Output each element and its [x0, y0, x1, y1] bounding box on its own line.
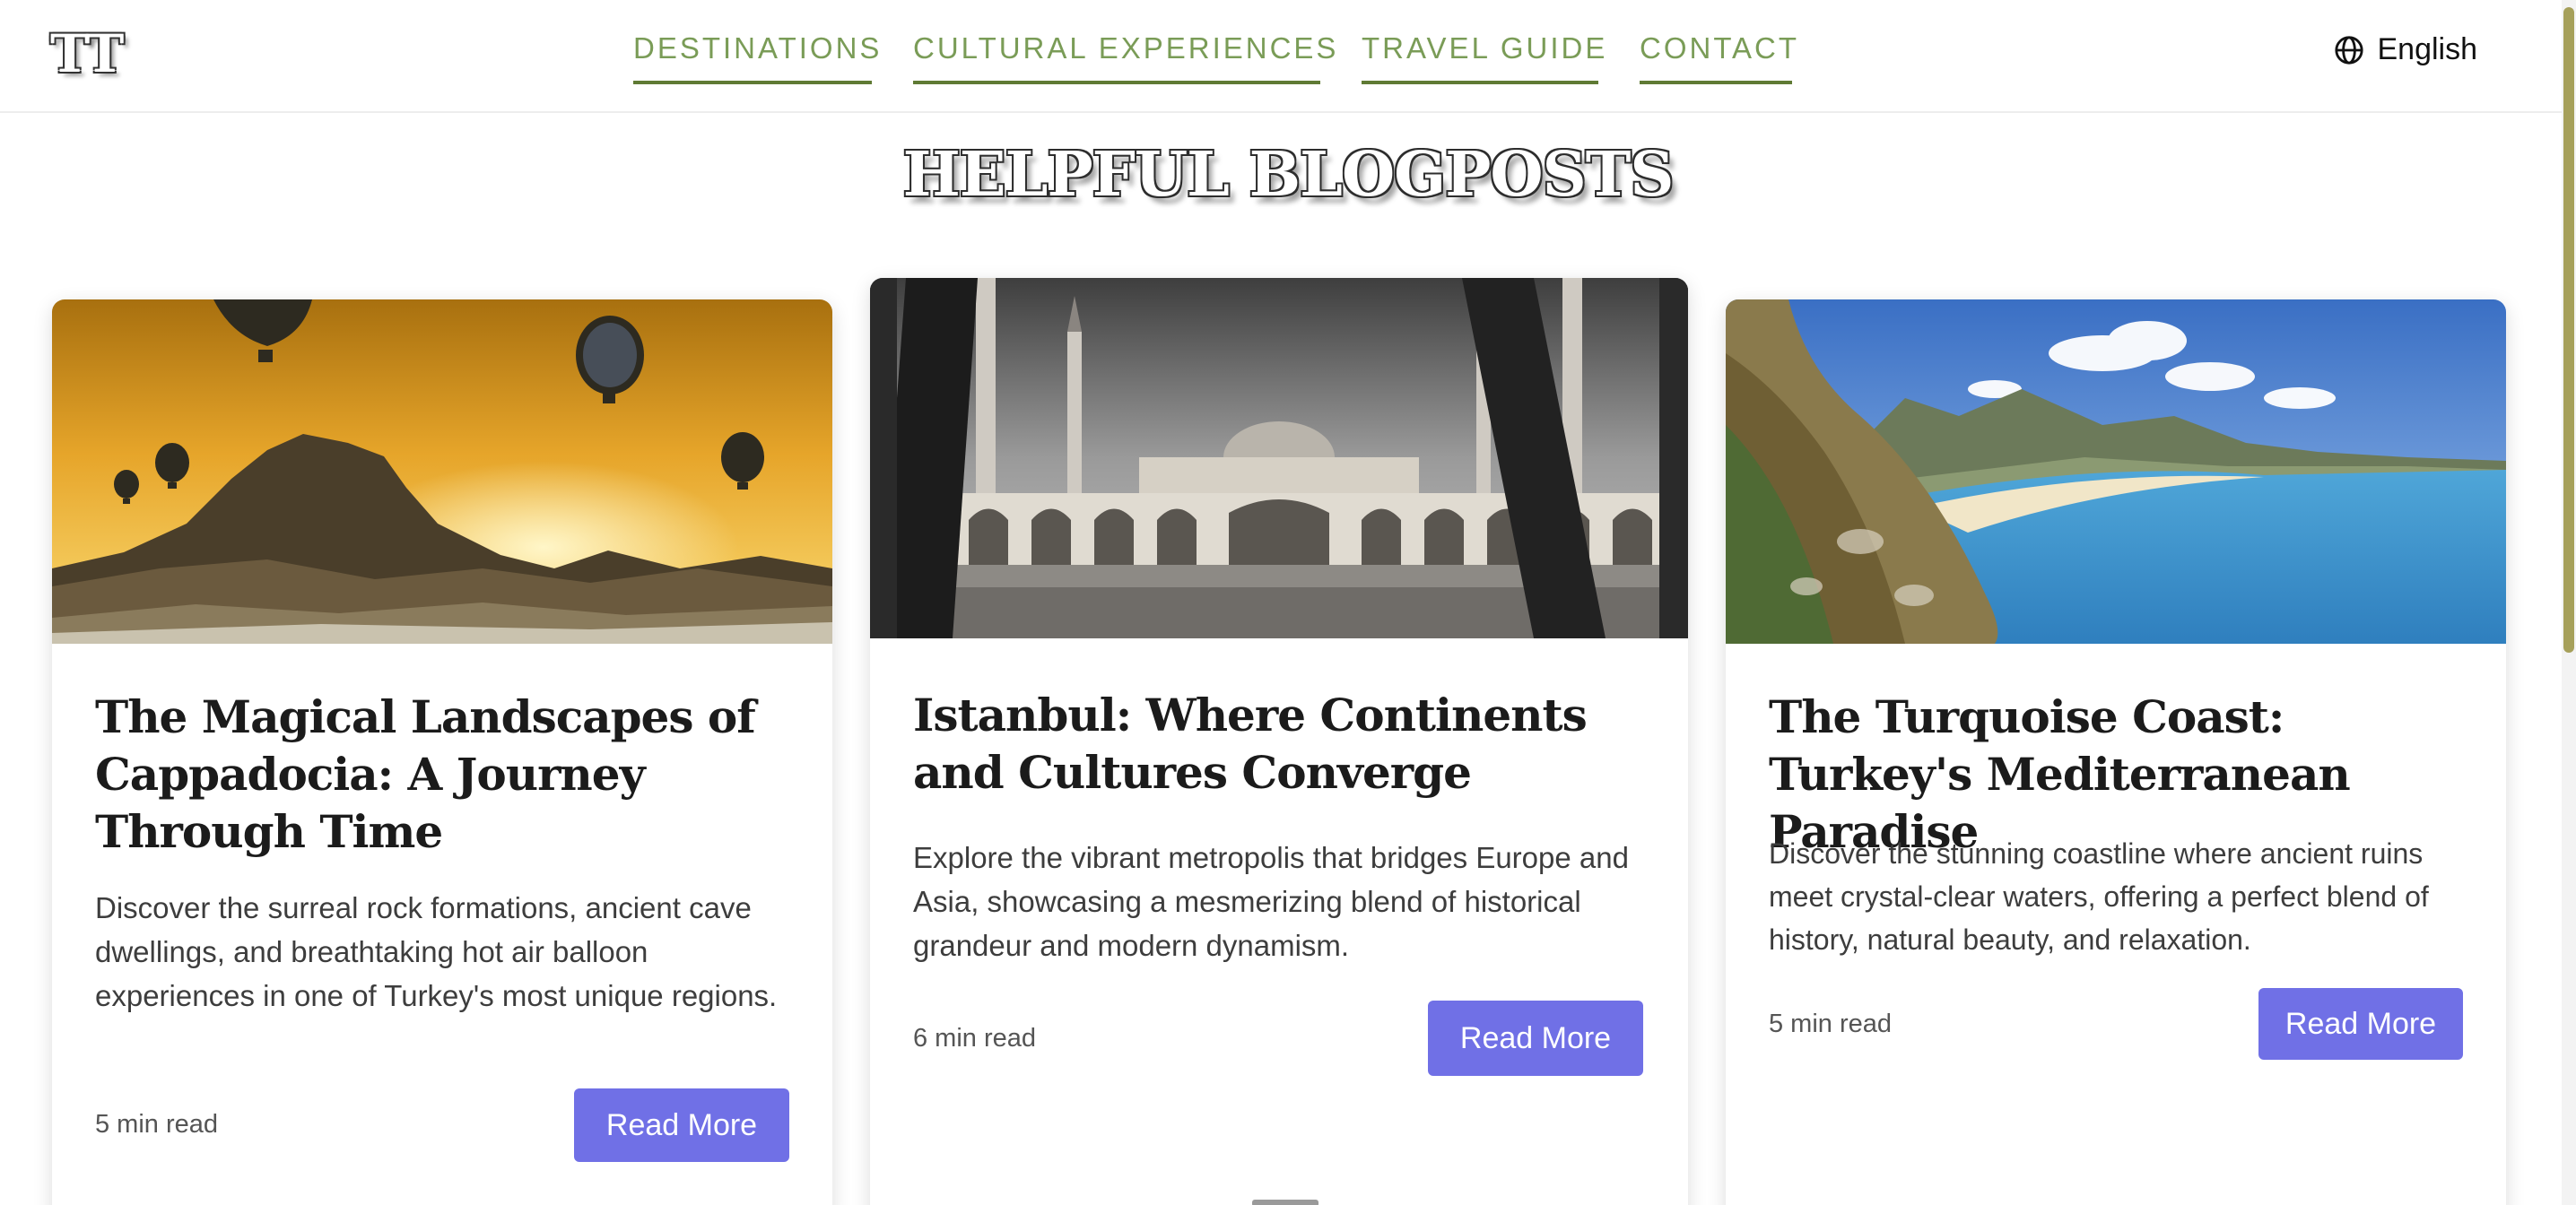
main-nav: DESTINATIONS CULTURAL EXPERIENCES TRAVEL… [0, 27, 2576, 90]
blog-card-istanbul: Istanbul: Where Continents and Cultures … [870, 278, 1688, 1205]
nav-destinations[interactable]: DESTINATIONS [633, 27, 879, 84]
scrollbar-thumb[interactable] [2563, 7, 2574, 653]
read-more-button[interactable]: Read More [2258, 988, 2463, 1060]
cappadocia-image[interactable] [52, 299, 832, 644]
nav-contact[interactable]: CONTACT [1640, 27, 1797, 84]
nav-travel-guide[interactable]: TRAVEL GUIDE [1362, 27, 1605, 84]
turquoise-coast-image[interactable] [1726, 299, 2506, 644]
page-scrollbar[interactable] [2562, 0, 2576, 1205]
language-label: English [2377, 32, 2477, 66]
read-time: 5 min read [1769, 1010, 1893, 1038]
post-title[interactable]: Istanbul: Where Continents and Cultures … [913, 687, 1652, 802]
page-title: HELPFUL BLOGPOSTS [902, 139, 1675, 211]
read-time: 6 min read [913, 1024, 1037, 1053]
blog-card-turquoise-coast: The Turquoise Coast: Turkey's Mediterran… [1726, 299, 2506, 1205]
read-more-button[interactable]: Read More [574, 1088, 789, 1162]
read-more-button[interactable]: Read More [1428, 1001, 1643, 1076]
carousel-handle[interactable] [1252, 1200, 1318, 1205]
language-selector[interactable]: English [2334, 32, 2477, 67]
post-title[interactable]: The Magical Landscapes of Cappadocia: A … [95, 689, 796, 861]
nav-cultural-experiences[interactable]: CULTURAL EXPERIENCES [913, 27, 1336, 84]
globe-icon [2335, 35, 2364, 65]
post-description: Discover the surreal rock formations, an… [95, 891, 778, 1012]
post-description: Discover the stunning coastline where an… [1769, 837, 2429, 956]
read-time: 5 min read [95, 1110, 219, 1139]
site-header: TT DESTINATIONS CULTURAL EXPERIENCES TRA… [0, 0, 2576, 113]
istanbul-image[interactable] [870, 278, 1688, 638]
blog-card-cappadocia: The Magical Landscapes of Cappadocia: A … [52, 299, 832, 1205]
post-description: Explore the vibrant metropolis that brid… [913, 841, 1629, 962]
